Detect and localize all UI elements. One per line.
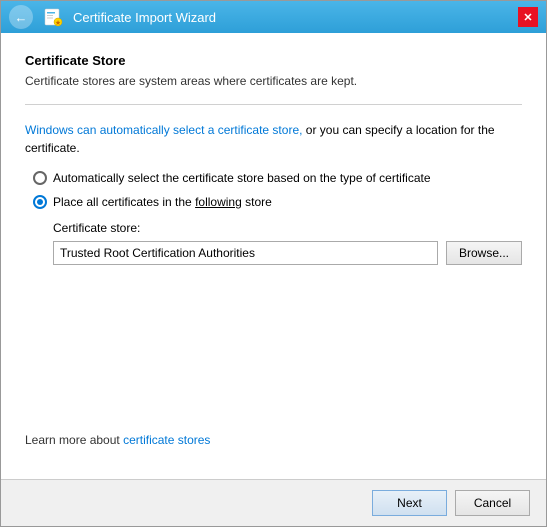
radio-manual-label: Place all certificates in the following … [53,195,272,209]
content-area: Certificate Store Certificate stores are… [1,33,546,479]
svg-text:★: ★ [55,19,61,27]
cancel-button[interactable]: Cancel [455,490,530,516]
section-title: Certificate Store [25,53,522,68]
close-button[interactable]: ✕ [518,7,538,27]
wizard-icon: ★ [41,5,65,29]
window-title: Certificate Import Wizard [73,10,216,25]
footer: Next Cancel [1,479,546,526]
store-section: Certificate store: Browse... [53,221,522,265]
radio-manual-input[interactable] [33,195,47,209]
info-text-blue: Windows can automatically select a certi… [25,123,302,137]
store-input[interactable] [53,241,438,265]
radio-auto-label: Automatically select the certificate sto… [53,171,431,185]
window: ← ★ Certificate Import Wizard ✕ Certific… [0,0,547,527]
radio-manual[interactable]: Place all certificates in the following … [33,195,522,209]
title-bar-left: ← ★ Certificate Import Wizard [9,5,216,29]
following-underline: following [195,195,242,209]
store-label: Certificate store: [53,221,522,235]
learn-more-link[interactable]: certificate stores [123,433,210,447]
learn-more-prefix: Learn more about [25,433,123,447]
info-text: Windows can automatically select a certi… [25,121,522,157]
title-bar-controls: ✕ [518,7,538,27]
back-button[interactable]: ← [9,5,33,29]
next-button[interactable]: Next [372,490,447,516]
spacer [25,265,522,433]
browse-button[interactable]: Browse... [446,241,522,265]
learn-more: Learn more about certificate stores [25,433,522,447]
divider [25,104,522,105]
radio-auto-input[interactable] [33,171,47,185]
store-input-row: Browse... [53,241,522,265]
section-description: Certificate stores are system areas wher… [25,74,522,88]
radio-auto[interactable]: Automatically select the certificate sto… [33,171,522,185]
title-bar: ← ★ Certificate Import Wizard ✕ [1,1,546,33]
radio-group: Automatically select the certificate sto… [33,171,522,209]
